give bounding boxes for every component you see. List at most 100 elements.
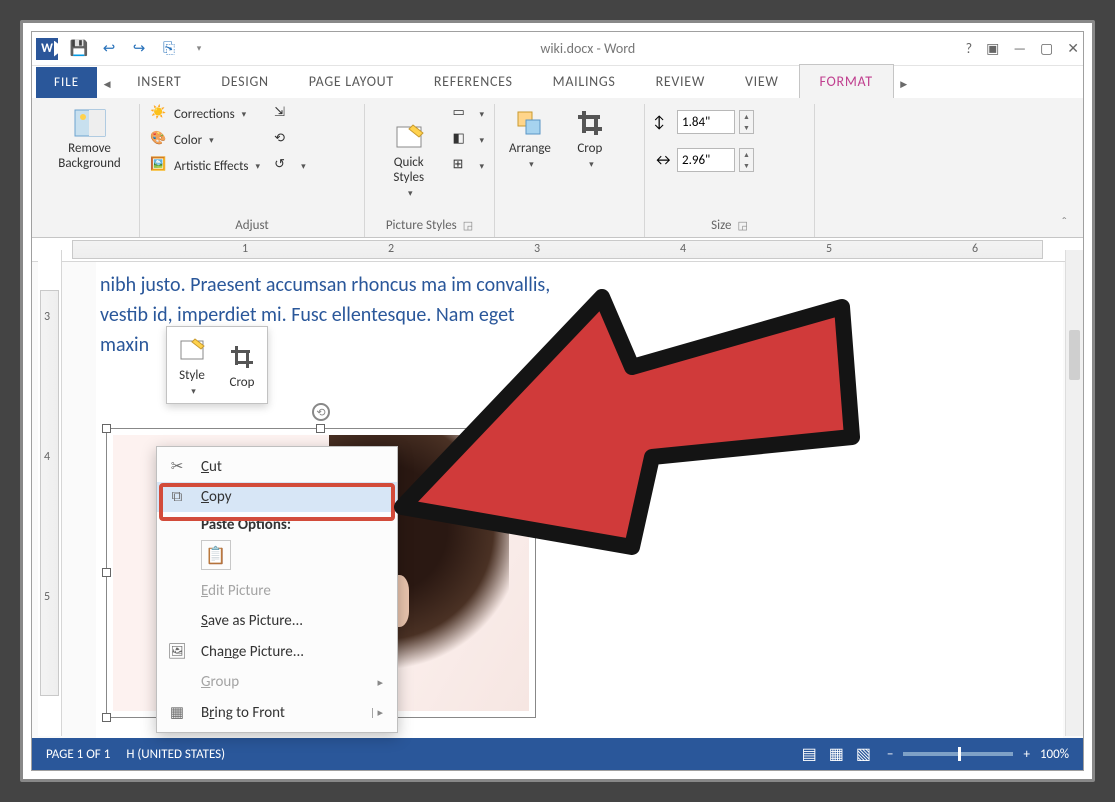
vertical-scrollbar[interactable] xyxy=(1065,250,1083,736)
ctx-edit-picture: Edit Picture xyxy=(157,576,397,606)
border-icon: ▭ xyxy=(452,105,472,123)
corrections-icon: ☀️ xyxy=(150,105,170,123)
arrange-icon xyxy=(513,106,547,140)
read-mode-button[interactable]: ▤ xyxy=(802,744,817,764)
scrollbar-thumb[interactable] xyxy=(1069,330,1080,380)
quick-styles-button[interactable]: Quick Styles xyxy=(373,118,444,201)
color-icon: 🎨 xyxy=(150,131,170,149)
horizontal-ruler[interactable]: 1 2 3 4 5 6 xyxy=(32,238,1083,262)
tab-review[interactable]: REVIEW xyxy=(636,65,725,98)
remove-background-button[interactable]: Remove Background xyxy=(48,104,131,174)
ribbon-display-icon[interactable]: ▣ xyxy=(986,40,999,57)
bring-front-icon: ▦ xyxy=(167,703,187,722)
corrections-button[interactable]: ☀️Corrections xyxy=(148,104,262,124)
close-button[interactable]: ✕ xyxy=(1067,40,1079,57)
artistic-icon: 🖼️ xyxy=(150,157,170,175)
ctx-group: Group▸ xyxy=(157,667,397,697)
ctx-copy[interactable]: ⧉Copy xyxy=(157,482,397,512)
tab-page-layout[interactable]: PAGE LAYOUT xyxy=(289,65,414,98)
rotation-handle[interactable]: ⟲ xyxy=(312,403,330,421)
size-launcher[interactable]: ◲ xyxy=(737,219,747,237)
picture-styles-launcher[interactable]: ◲ xyxy=(463,219,473,237)
zoom-out-button[interactable]: − xyxy=(887,747,893,762)
maximize-button[interactable]: ▢ xyxy=(1040,40,1053,57)
ctx-paste-options-label: Paste Options: xyxy=(157,512,397,536)
width-up[interactable]: ▲ xyxy=(740,149,753,160)
save-button[interactable]: 💾 xyxy=(68,38,90,60)
height-up[interactable]: ▲ xyxy=(740,111,753,122)
remove-bg-icon xyxy=(73,106,107,140)
arrange-button[interactable]: Arrange xyxy=(503,104,557,172)
mini-crop-icon xyxy=(225,340,259,374)
picture-effects-button[interactable]: ◧ xyxy=(450,130,486,150)
ctx-change-picture[interactable]: 🖼Change Picture... xyxy=(157,636,397,667)
collapse-ribbon-button[interactable]: ˆ xyxy=(1053,214,1075,237)
compress-pictures-button[interactable]: ⇲ xyxy=(272,104,308,124)
ctx-cut[interactable]: ✂CuCutt xyxy=(157,451,397,482)
vertical-ruler[interactable]: 3 4 5 xyxy=(38,250,62,736)
resize-handle-n[interactable] xyxy=(316,424,325,433)
layout-icon: ⊞ xyxy=(452,157,472,175)
tab-format[interactable]: FORMAT xyxy=(799,64,894,98)
effects-icon: ◧ xyxy=(452,131,472,149)
tab-design[interactable]: DESIGN xyxy=(201,65,288,98)
mini-toolbar: Style Crop xyxy=(166,326,268,404)
print-layout-button[interactable]: ▦ xyxy=(829,744,844,764)
change-picture-button[interactable]: ⟲ xyxy=(272,130,308,150)
tab-view[interactable]: VIEW xyxy=(725,65,799,98)
file-tab[interactable]: FILE xyxy=(36,67,97,98)
resize-handle-sw[interactable] xyxy=(102,713,111,722)
status-page[interactable]: PAGE 1 OF 1 xyxy=(46,747,110,762)
zoom-level[interactable]: 100% xyxy=(1040,747,1069,762)
mini-style-icon xyxy=(175,333,209,367)
resize-handle-w[interactable] xyxy=(102,568,111,577)
artistic-effects-button[interactable]: 🖼️Artistic Effects xyxy=(148,156,262,176)
tab-insert[interactable]: INSERT xyxy=(117,65,201,98)
height-input[interactable] xyxy=(677,110,735,134)
quick-styles-icon xyxy=(392,120,426,154)
paste-option-button[interactable]: 📋 xyxy=(201,540,231,570)
group-picture-styles-label: Picture Styles◲ xyxy=(373,215,486,237)
copy-icon: ⧉ xyxy=(167,488,187,506)
width-input[interactable] xyxy=(677,148,735,172)
web-layout-button[interactable]: ▧ xyxy=(856,744,871,764)
mini-crop-button[interactable]: Crop xyxy=(217,327,267,403)
compress-icon: ⇲ xyxy=(274,105,294,123)
tab-references[interactable]: REFERENCES xyxy=(414,65,533,98)
height-icon: ↕ xyxy=(653,113,673,131)
group-adjust-label: Adjust xyxy=(148,215,356,237)
change-icon: ⟲ xyxy=(274,131,294,149)
group-size-label: Size◲ xyxy=(653,215,806,237)
height-down[interactable]: ▼ xyxy=(740,122,753,133)
window-title: wiki.docx - Word xyxy=(220,40,956,57)
crop-icon xyxy=(573,106,607,140)
mini-style-button[interactable]: Style xyxy=(167,327,217,403)
minimize-button[interactable]: — xyxy=(1013,40,1026,57)
word-app-icon: W xyxy=(36,38,58,60)
zoom-slider[interactable] xyxy=(903,752,1013,756)
resize-handle-ne[interactable] xyxy=(531,424,540,433)
reset-picture-button[interactable]: ↺ xyxy=(272,156,308,176)
picture-border-button[interactable]: ▭ xyxy=(450,104,486,124)
help-icon[interactable]: ? xyxy=(966,40,973,57)
status-language[interactable]: H (UNITED STATES) xyxy=(126,747,225,762)
zoom-in-button[interactable]: + xyxy=(1023,747,1029,762)
tab-mailings[interactable]: MAILINGS xyxy=(533,65,636,98)
width-icon: ↔ xyxy=(653,151,673,169)
tab-scroll-left[interactable]: ◀ xyxy=(97,79,117,98)
color-button[interactable]: 🎨Color xyxy=(148,130,262,150)
picture-layout-button[interactable]: ⊞ xyxy=(450,156,486,176)
tab-scroll-right[interactable]: ▶ xyxy=(894,79,914,98)
crop-button[interactable]: Crop xyxy=(567,104,613,172)
width-down[interactable]: ▼ xyxy=(740,160,753,171)
change-picture-icon: 🖼 xyxy=(167,642,187,661)
redo-button[interactable]: ↪ xyxy=(128,38,150,60)
undo-button[interactable]: ↩ xyxy=(98,38,120,60)
qat-more-icon[interactable]: ▾ xyxy=(188,38,210,60)
ctx-bring-to-front[interactable]: ▦Bring to Front| ▸ xyxy=(157,697,397,728)
reset-icon: ↺ xyxy=(274,157,294,175)
resize-handle-nw[interactable] xyxy=(102,424,111,433)
qat-custom-button[interactable]: ⎘ xyxy=(158,38,180,60)
context-menu: ✂CuCutt ⧉Copy Paste Options: 📋 Edit Pict… xyxy=(156,446,398,733)
ctx-save-as-picture[interactable]: Save as Picture... xyxy=(157,606,397,636)
